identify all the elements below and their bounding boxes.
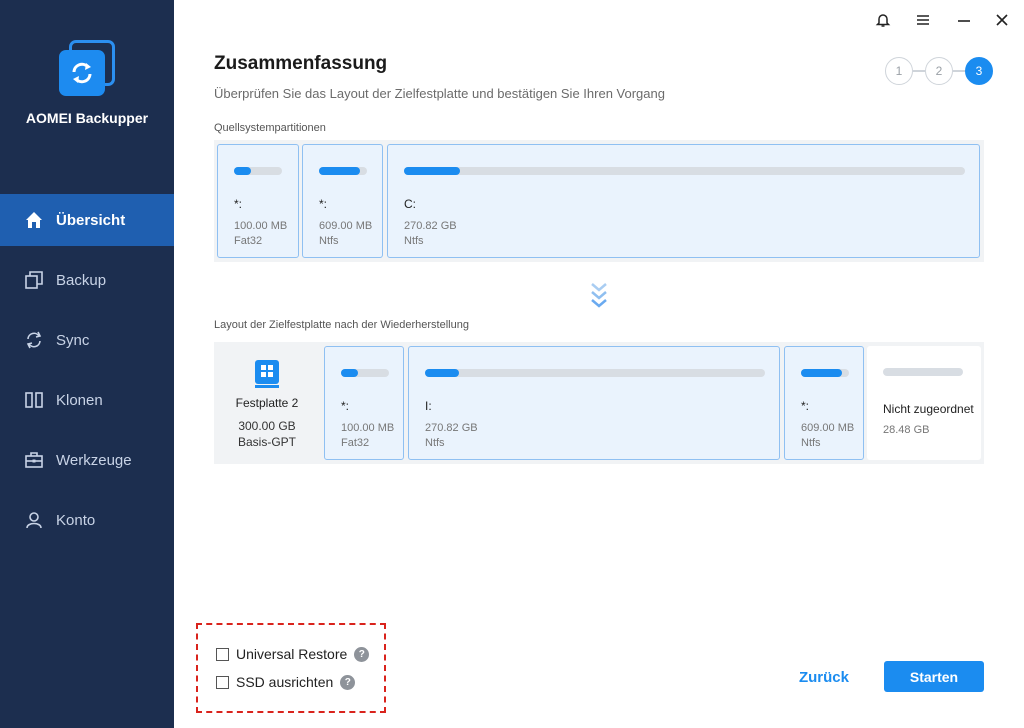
target-disk[interactable]: Festplatte 2 300.00 GB Basis-GPT <box>214 342 320 464</box>
partition-fs: Ntfs <box>404 235 424 247</box>
disk-icon <box>255 360 279 388</box>
disk-size: 300.00 GB <box>238 419 296 433</box>
help-icon[interactable]: ? <box>340 674 356 690</box>
sidebar-item-label: Sync <box>56 331 90 349</box>
usage-bar <box>801 369 842 377</box>
source-partition[interactable]: C: 270.82 GB Ntfs <box>387 144 980 258</box>
target-partition[interactable]: *: 609.00 MB Ntfs <box>784 346 864 460</box>
sidebar-item-konto[interactable]: Konto <box>0 494 174 546</box>
ssd-align-checkbox[interactable]: SSD ausrichten ? <box>216 674 356 690</box>
step-indicator: 1 2 3 <box>885 57 993 85</box>
usage-bar <box>341 369 358 377</box>
partition-fs: Fat32 <box>341 437 370 449</box>
partition-name: I: <box>425 399 432 413</box>
close-icon[interactable] <box>992 10 1012 30</box>
start-button[interactable]: Starten <box>884 661 984 692</box>
target-label: Layout der Zielfestplatte nach der Wiede… <box>214 319 469 331</box>
step-3: 3 <box>965 57 993 85</box>
source-partition-panel: *: 100.00 MB Fat32 *: 609.00 MB Ntfs C: … <box>214 140 984 262</box>
partition-size: 609.00 MB <box>801 422 855 434</box>
partition-size: 100.00 MB <box>234 220 288 232</box>
sidebar-item-sync[interactable]: Sync <box>0 314 174 366</box>
universal-restore-checkbox[interactable]: Universal Restore ? <box>216 646 370 662</box>
checkbox[interactable] <box>216 675 229 689</box>
partition-name: *: <box>341 399 350 413</box>
app-name: AOMEI Backupper <box>25 110 149 126</box>
help-icon[interactable]: ? <box>354 646 370 662</box>
target-partition[interactable]: I: 270.82 GB Ntfs <box>408 346 780 460</box>
step-1: 1 <box>885 57 913 85</box>
back-button[interactable]: Zurück <box>790 662 858 692</box>
sidebar-item-backup[interactable]: Backup <box>0 254 174 306</box>
usage-bar <box>234 167 251 175</box>
ssd-align-label: SSD ausrichten <box>236 674 334 690</box>
page-subtitle: Überprüfen Sie das Layout der Zielfestpl… <box>214 86 665 101</box>
usage-bar <box>404 167 461 175</box>
partition-size: 100.00 MB <box>341 422 395 434</box>
source-label: Quellsystempartitionen <box>214 122 326 134</box>
sidebar: AOMEI Backupper Übersicht Backup Sync Kl… <box>0 0 174 728</box>
sync-icon <box>24 330 44 350</box>
partition-size: 270.82 GB <box>425 422 478 434</box>
disk-type: Basis-GPT <box>237 435 296 449</box>
minimize-icon[interactable] <box>954 10 974 30</box>
app-logo <box>59 40 115 96</box>
menu-icon[interactable] <box>913 10 933 30</box>
partition-name: *: <box>801 399 810 413</box>
step-2: 2 <box>925 57 953 85</box>
source-partition[interactable]: *: 609.00 MB Ntfs <box>302 144 383 258</box>
usage-bar <box>319 167 360 175</box>
source-partition[interactable]: *: 100.00 MB Fat32 <box>217 144 299 258</box>
partition-size: 28.48 GB <box>883 424 930 436</box>
sidebar-item-label: Klonen <box>56 391 103 409</box>
partition-size: 609.00 MB <box>319 220 373 232</box>
target-partition-panel: Festplatte 2 300.00 GB Basis-GPT *: 100.… <box>214 342 984 464</box>
toolbox-icon <box>24 450 44 470</box>
checkbox[interactable] <box>216 647 229 661</box>
user-icon <box>24 510 44 530</box>
disk-name: Festplatte 2 <box>235 396 299 410</box>
page-title: Zusammenfassung <box>214 53 388 74</box>
clone-icon <box>24 390 44 410</box>
target-partition[interactable]: *: 100.00 MB Fat32 <box>324 346 404 460</box>
partition-fs: Ntfs <box>319 235 339 247</box>
universal-restore-label: Universal Restore <box>236 646 348 662</box>
partition-fs: Ntfs <box>425 437 445 449</box>
bell-icon[interactable] <box>873 10 893 30</box>
chevron-down-icon <box>591 283 607 308</box>
partition-size: 270.82 GB <box>404 220 457 232</box>
backup-icon <box>24 270 44 290</box>
partition-name: *: <box>234 197 243 211</box>
sidebar-item-klonen[interactable]: Klonen <box>0 374 174 426</box>
partition-fs: Fat32 <box>234 235 263 247</box>
partition-name: Nicht zugeordnet <box>883 402 974 416</box>
home-icon <box>24 210 44 230</box>
usage-bar <box>425 369 459 377</box>
sidebar-item-label: Backup <box>56 271 107 289</box>
sync-arrows-icon <box>72 62 92 84</box>
options-highlight <box>196 623 386 713</box>
partition-fs: Ntfs <box>801 437 821 449</box>
partition-name: C: <box>404 197 416 211</box>
sidebar-item-label: Konto <box>56 511 96 529</box>
sidebar-item-label: Übersicht <box>56 211 126 229</box>
sidebar-item-uebersicht[interactable]: Übersicht <box>0 194 174 246</box>
partition-name: *: <box>319 197 328 211</box>
unallocated-space[interactable]: Nicht zugeordnet 28.48 GB <box>867 346 981 460</box>
sidebar-item-werkzeuge[interactable]: Werkzeuge <box>0 434 174 486</box>
sidebar-item-label: Werkzeuge <box>56 451 132 469</box>
